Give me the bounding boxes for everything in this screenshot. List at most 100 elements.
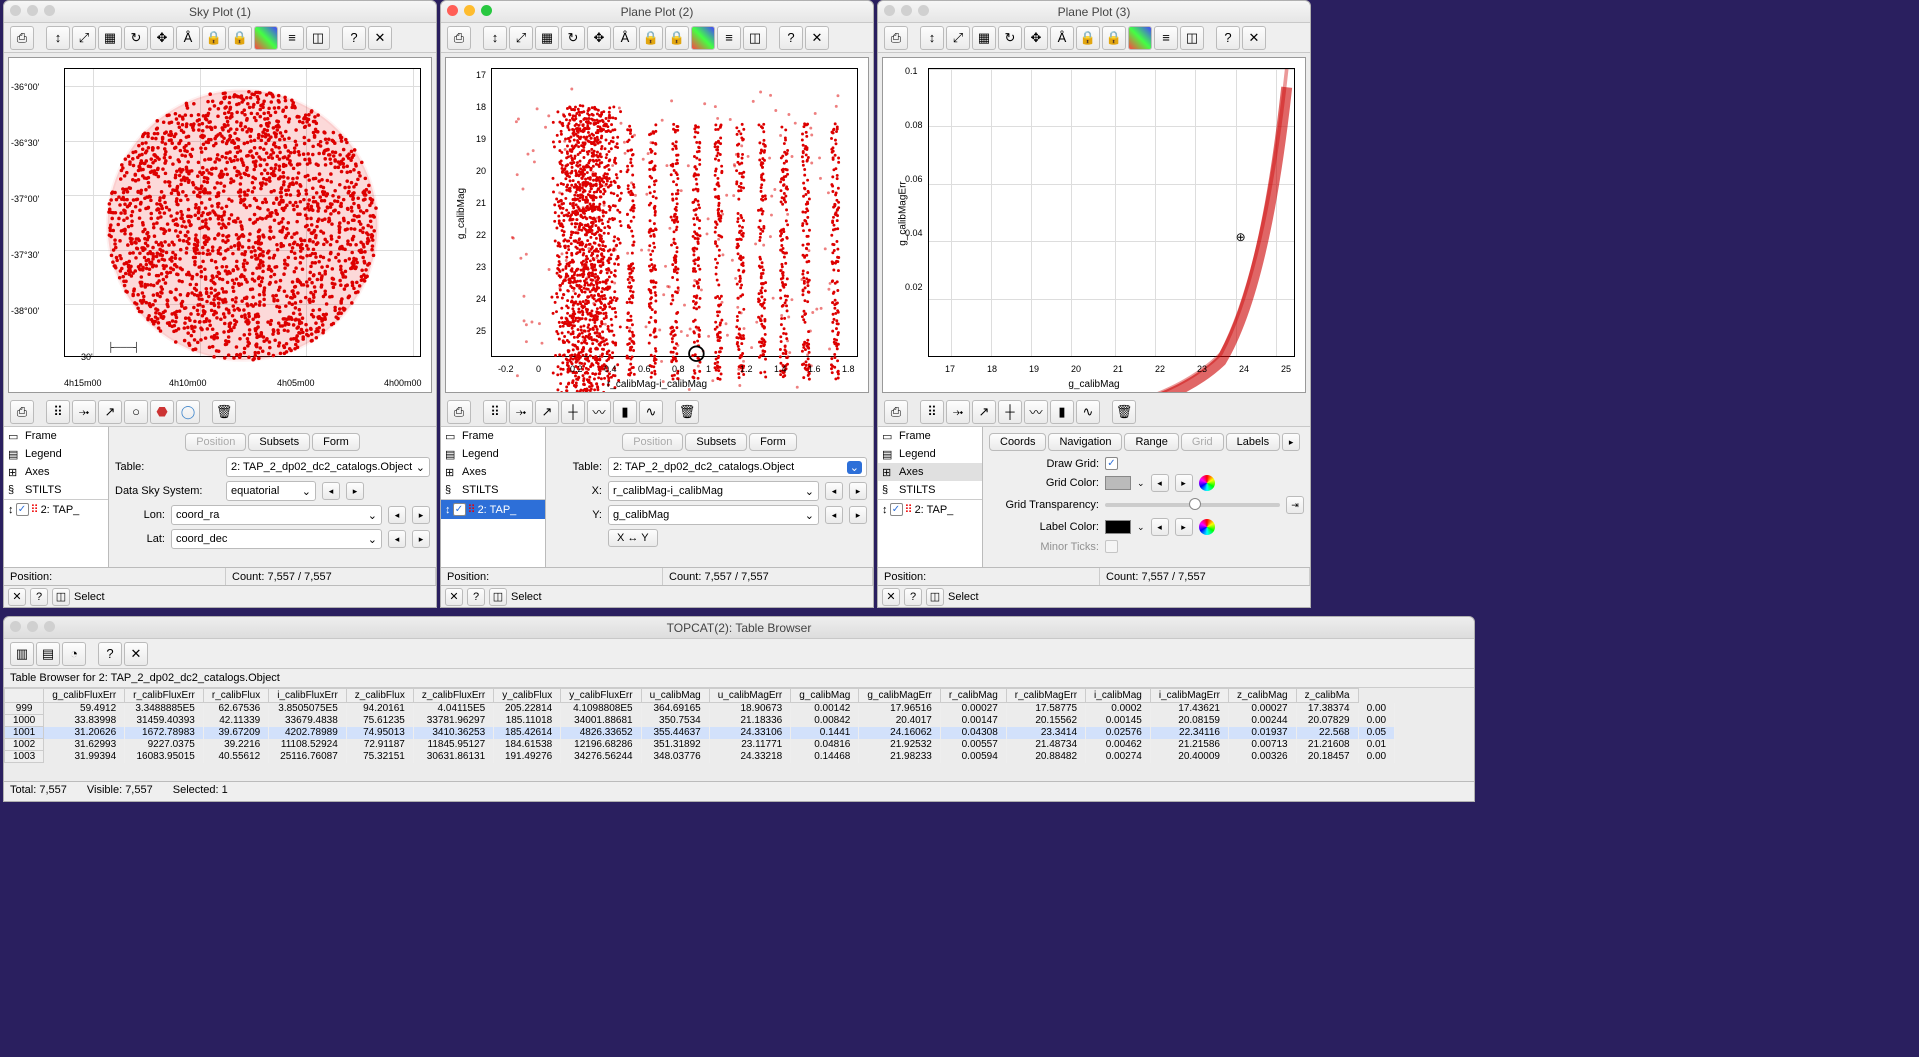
zoom-icon[interactable]: ⤢ xyxy=(509,26,533,50)
help-foot-icon[interactable]: ? xyxy=(904,588,922,606)
refresh-icon[interactable]: ↻ xyxy=(561,26,585,50)
drawgrid-checkbox[interactable] xyxy=(1105,457,1118,470)
close-icon[interactable]: ✕ xyxy=(1242,26,1266,50)
grid-icon[interactable]: ▦ xyxy=(98,26,122,50)
position-tab[interactable]: Position xyxy=(622,433,683,451)
mark-icon[interactable]: ⠿ xyxy=(483,400,507,424)
vector-icon[interactable]: ↗ xyxy=(972,400,996,424)
table-select[interactable]: 2: TAP_2_dp02_dc2_catalogs.Object⌄ xyxy=(608,457,867,477)
column-header[interactable]: z_calibFlux xyxy=(346,689,413,703)
add-layer-icon[interactable]: ⎙ xyxy=(447,400,471,424)
column-header[interactable]: r_calibMagErr xyxy=(1006,689,1085,703)
refresh-icon[interactable]: ↻ xyxy=(998,26,1022,50)
stilts-item[interactable]: §STILTS xyxy=(441,481,545,499)
column-header[interactable]: g_calibMagErr xyxy=(859,689,940,703)
next-button[interactable]: ▸ xyxy=(849,482,867,500)
measure-icon[interactable]: Å xyxy=(1050,26,1074,50)
traffic-lights[interactable] xyxy=(447,5,492,16)
layer-visible-checkbox[interactable] xyxy=(16,503,29,516)
grid-icon[interactable]: ▦ xyxy=(535,26,559,50)
column-header[interactable]: r_calibFlux xyxy=(203,689,268,703)
prev-button[interactable]: ◂ xyxy=(388,506,406,524)
column-header[interactable]: g_calibMag xyxy=(791,689,859,703)
column-header[interactable]: r_calibMag xyxy=(940,689,1006,703)
lock-x-icon[interactable]: 🔒 xyxy=(1076,26,1100,50)
layers-icon[interactable]: ◫ xyxy=(743,26,767,50)
axes-item[interactable]: ⊞Axes xyxy=(4,463,108,481)
grid-tab[interactable]: Grid xyxy=(1181,433,1224,451)
vector-icon[interactable]: ↗ xyxy=(98,400,122,424)
toggle-foot-icon[interactable]: ◫ xyxy=(489,588,507,606)
column-header[interactable]: y_calibFluxErr xyxy=(561,689,641,703)
column-header[interactable]: i_calibFluxErr xyxy=(269,689,347,703)
zoom-icon[interactable]: ⤢ xyxy=(72,26,96,50)
close-icon[interactable]: ✕ xyxy=(368,26,392,50)
plane3-area[interactable]: ⊕ g_calibMagErr g_calibMag 0.1 0.08 0.06… xyxy=(882,57,1306,393)
delete-icon[interactable]: 🗑 xyxy=(212,400,236,424)
next-button[interactable]: ▸ xyxy=(412,530,430,548)
lock-y-icon[interactable]: 🔒 xyxy=(228,26,252,50)
prev-button[interactable]: ◂ xyxy=(388,530,406,548)
pair-icon[interactable]: ⤞ xyxy=(509,400,533,424)
labels-tab[interactable]: Labels xyxy=(1226,433,1280,451)
legend-icon[interactable]: ≡ xyxy=(280,26,304,50)
next-button[interactable]: ▸ xyxy=(1175,518,1193,536)
legend-icon[interactable]: ≡ xyxy=(1154,26,1178,50)
next-button[interactable]: ▸ xyxy=(412,506,430,524)
aux-icon[interactable] xyxy=(1128,26,1152,50)
aux-icon[interactable] xyxy=(254,26,278,50)
table-row[interactable]: 99959.49123.3488885E562.675363.8505075E5… xyxy=(5,703,1395,715)
vector-icon[interactable]: ↗ xyxy=(535,400,559,424)
navigation-tab[interactable]: Navigation xyxy=(1048,433,1122,451)
more-tabs-icon[interactable]: ▸ xyxy=(1282,433,1300,451)
help-icon[interactable]: ? xyxy=(98,642,122,666)
frame-item[interactable]: ▭Frame xyxy=(878,427,982,445)
data-table[interactable]: g_calibFluxErrr_calibFluxErrr_calibFluxi… xyxy=(4,688,1474,781)
healpix-icon[interactable]: ⬣ xyxy=(150,400,174,424)
legend-item[interactable]: ▤Legend xyxy=(878,445,982,463)
titlebar[interactable]: Plane Plot (3) xyxy=(878,1,1310,23)
layer-item[interactable]: ↕⠿2: TAP_ xyxy=(4,500,108,519)
function-icon[interactable]: ∿ xyxy=(639,400,663,424)
column-header[interactable]: g_calibFluxErr xyxy=(44,689,125,703)
help-foot-icon[interactable]: ? xyxy=(467,588,485,606)
area-icon[interactable]: ◯ xyxy=(176,400,200,424)
colorwheel-icon[interactable] xyxy=(1199,475,1215,491)
range-tab[interactable]: Range xyxy=(1124,433,1178,451)
axes-item[interactable]: ⊞Axes xyxy=(878,463,982,481)
column-header[interactable]: y_calibFlux xyxy=(494,689,561,703)
close-foot-icon[interactable]: ✕ xyxy=(882,588,900,606)
column-header[interactable]: z_calibFluxErr xyxy=(413,689,493,703)
layer-visible-checkbox[interactable] xyxy=(890,503,903,516)
add-layer-icon[interactable]: ⎙ xyxy=(884,400,908,424)
lock-y-icon[interactable]: 🔒 xyxy=(1102,26,1126,50)
frame-item[interactable]: ▭Frame xyxy=(441,427,545,445)
column-header[interactable]: i_calibMagErr xyxy=(1150,689,1228,703)
export-icon[interactable]: ⎙ xyxy=(10,26,34,50)
toggle-foot-icon[interactable]: ◫ xyxy=(52,588,70,606)
table-select[interactable]: 2: TAP_2_dp02_dc2_catalogs.Object⌄ xyxy=(226,457,430,477)
sky-plot-area[interactable]: ├───┤ -36°00' -36°30' -37°00' -37°30' -3… xyxy=(8,57,432,393)
table-row[interactable]: 100331.9939416083.9501540.5561225116.760… xyxy=(5,751,1395,763)
prev-button[interactable]: ◂ xyxy=(1151,474,1169,492)
column-header[interactable]: u_calibMag xyxy=(641,689,709,703)
refresh-icon[interactable]: ↻ xyxy=(124,26,148,50)
column-header[interactable] xyxy=(5,689,44,703)
gridtrans-slider[interactable] xyxy=(1105,503,1280,507)
lat-select[interactable]: coord_dec⌄ xyxy=(171,529,382,549)
close-icon[interactable]: ✕ xyxy=(805,26,829,50)
export-icon[interactable]: ⎙ xyxy=(884,26,908,50)
rescale-icon[interactable]: ↕ xyxy=(46,26,70,50)
help-icon[interactable]: ? xyxy=(779,26,803,50)
axes-item[interactable]: ⊞Axes xyxy=(441,463,545,481)
x-select[interactable]: r_calibMag-i_calibMag⌄ xyxy=(608,481,819,501)
layers-icon[interactable]: ◫ xyxy=(306,26,330,50)
line-icon[interactable]: 〰 xyxy=(1024,400,1048,424)
measure-icon[interactable]: Å xyxy=(176,26,200,50)
next-button[interactable]: ▸ xyxy=(346,482,364,500)
swap-xy-button[interactable]: X ↔ Y xyxy=(608,529,658,547)
legend-icon[interactable]: ≡ xyxy=(717,26,741,50)
stilts-item[interactable]: §STILTS xyxy=(4,481,108,499)
delete-icon[interactable]: 🗑 xyxy=(675,400,699,424)
layer-visible-checkbox[interactable] xyxy=(453,503,466,516)
